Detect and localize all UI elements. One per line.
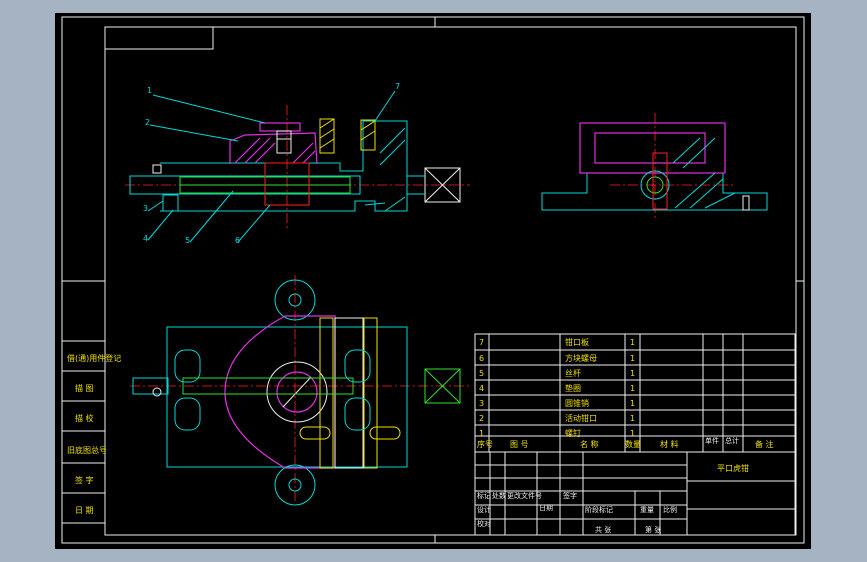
balloon-6[interactable]: 6	[235, 236, 240, 245]
side-label-4: 旧底图总号	[67, 445, 107, 455]
tb-weight: 重量	[640, 506, 654, 514]
parts-row-2-qty: 1	[630, 354, 635, 363]
side-label-3: 描 校	[75, 413, 94, 423]
balloon-7[interactable]: 7	[395, 82, 400, 91]
parts-row-6-qty: 1	[630, 414, 635, 423]
parts-row-6-name: 活动钳口	[565, 413, 597, 423]
header-total: 总计	[725, 436, 739, 445]
drawing-title: 平口虎钳	[717, 463, 749, 473]
parts-row-1-no: 7	[479, 338, 484, 347]
parts-row-4-no: 4	[479, 384, 484, 393]
balloon-4[interactable]: 4	[143, 234, 148, 243]
front-section-view[interactable]: 1 2 3 4 5 6 7	[125, 82, 470, 245]
cad-drawing: 借(通)用件登记 描 图 描 校 旧底图总号 签 字 日 期 1 2 3 4 5…	[61, 16, 805, 544]
parts-row-4-name: 垫圈	[565, 383, 581, 393]
title-block: 平口虎钳 标记 处数 更改文件号 签字 日期 设计 校对 阶段标记 重量 比例 …	[474, 451, 796, 536]
balloon-2[interactable]: 2	[145, 118, 150, 127]
drawing-canvas[interactable]: 借(通)用件登记 描 图 描 校 旧底图总号 签 字 日 期 1 2 3 4 5…	[55, 13, 811, 549]
parts-row-2-name: 方块螺母	[565, 353, 597, 363]
parts-list: 7 钳口板 1 6 方块螺母 1 5 丝杆 1 4 垫圈 1 3 圆锥销 1 2 活动钳口 1 1 螺钉 1 序号 图 …	[474, 333, 796, 453]
parts-row-7-name: 螺钉	[565, 428, 581, 438]
parts-row-7-qty: 1	[630, 429, 635, 438]
code-box	[105, 27, 214, 50]
side-view[interactable]	[541, 113, 768, 218]
tb-sheet-no: 第 张	[645, 525, 661, 534]
parts-row-1-qty: 1	[630, 338, 635, 347]
top-view[interactable]	[130, 275, 470, 506]
parts-row-5-name: 圆锥销	[565, 398, 589, 408]
tb-count: 处数	[492, 491, 506, 500]
balloon-3[interactable]: 3	[143, 204, 148, 213]
inner-frame	[104, 26, 797, 536]
parts-row-6-no: 2	[479, 414, 484, 423]
tb-sign: 签字	[563, 491, 577, 500]
parts-row-5-qty: 1	[630, 399, 635, 408]
side-label-1: 借(通)用件登记	[67, 353, 121, 363]
header-material: 材 料	[660, 439, 679, 449]
balloon-5[interactable]: 5	[185, 236, 190, 245]
tb-design: 设计	[477, 505, 491, 514]
side-register: 借(通)用件登记 描 图 描 校 旧底图总号 签 字 日 期	[62, 340, 121, 524]
outer-frame	[61, 16, 805, 544]
side-label-6: 日 期	[75, 506, 94, 515]
parts-row-2-no: 6	[479, 354, 484, 363]
parts-row-1-name: 钳口板	[565, 337, 589, 347]
tb-scale: 比例	[663, 505, 677, 514]
parts-row-3-name: 丝杆	[565, 368, 581, 378]
parts-row-7-no: 1	[479, 429, 484, 438]
header-unit: 单件	[705, 436, 719, 445]
balloon-1[interactable]: 1	[147, 86, 152, 95]
side-label-5: 签 字	[75, 475, 94, 485]
tb-date: 日期	[539, 504, 553, 512]
parts-row-5-no: 3	[479, 399, 484, 408]
header-name: 名 称	[580, 439, 599, 449]
parts-row-4-qty: 1	[630, 384, 635, 393]
header-code: 图 号	[510, 440, 529, 449]
parts-row-3-qty: 1	[630, 369, 635, 378]
header-no: 序号	[477, 439, 493, 449]
parts-row-3-no: 5	[479, 369, 484, 378]
tb-stage: 阶段标记	[585, 505, 613, 514]
tb-check: 校对	[477, 519, 491, 528]
side-label-2: 描 图	[75, 383, 94, 393]
tb-total-sheets: 共 张	[595, 525, 611, 534]
tb-change: 更改文件号	[507, 491, 542, 500]
header-qty: 数量	[625, 439, 641, 449]
header-remark: 备 注	[755, 439, 774, 449]
tb-mark: 标记	[477, 491, 491, 500]
